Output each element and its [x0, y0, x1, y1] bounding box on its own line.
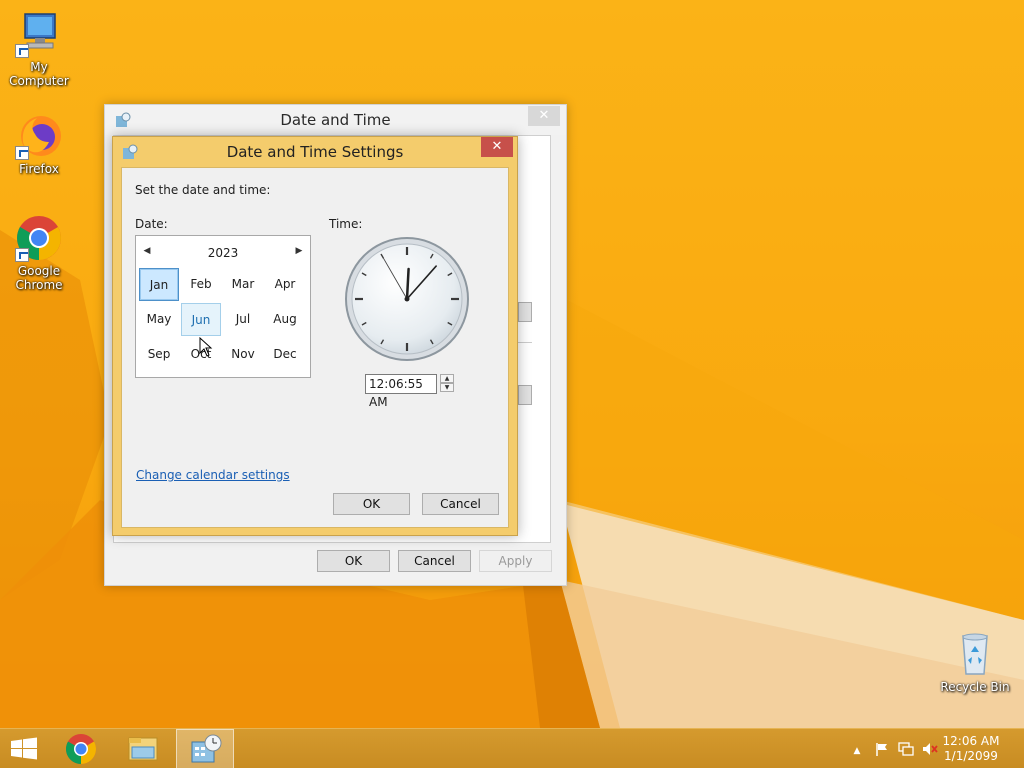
desktop-icon-label: Recycle Bin: [940, 680, 1010, 694]
recycle-bin-icon: [951, 630, 999, 678]
time-input[interactable]: 12:06:55 AM: [365, 374, 437, 409]
calendar-month-mar[interactable]: Mar: [223, 268, 263, 301]
desktop-icon-google-chrome[interactable]: Google Chrome: [0, 214, 78, 292]
calendar-month-jan[interactable]: Jan: [139, 268, 179, 301]
show-hidden-icons-button[interactable]: ▲: [849, 741, 865, 757]
taskbar-date-time[interactable]: [176, 729, 234, 768]
date-label: Date:: [135, 217, 168, 231]
instruction-text: Set the date and time:: [135, 183, 271, 197]
outer-close-button[interactable]: ✕: [528, 106, 560, 126]
desktop-icon-my-computer[interactable]: My Computer: [0, 10, 78, 88]
calendar-month-jul[interactable]: Jul: [223, 303, 263, 336]
partial-button: [518, 385, 532, 405]
calendar-control: ◀ 2023 ▶ Jan Feb Mar Apr May Jun Jul Aug Sep Oct N…: [135, 235, 311, 378]
dialog-cancel-button[interactable]: Cancel: [422, 493, 499, 515]
windows-start-icon: [11, 737, 37, 760]
chevron-up-icon: ▲: [853, 746, 861, 756]
calendar-month-sep[interactable]: Sep: [139, 338, 179, 371]
calendar-next-button[interactable]: ▶: [293, 245, 305, 257]
dialog-close-button[interactable]: ✕: [481, 137, 513, 157]
outer-titlebar[interactable]: Date and Time ✕: [105, 105, 566, 135]
analog-clock: [345, 237, 469, 361]
dialog-ok-button[interactable]: OK: [333, 493, 410, 515]
partial-button: [518, 302, 532, 322]
desktop-icon-label: Google Chrome: [15, 264, 63, 292]
outer-window-title: Date and Time: [280, 111, 391, 129]
computer-icon: [15, 10, 63, 58]
outer-ok-button[interactable]: OK: [317, 550, 390, 572]
taskbar-clock[interactable]: 12:06 AM 1/1/2099: [936, 734, 1006, 764]
firefox-icon: [15, 112, 63, 160]
close-icon: ✕: [491, 139, 503, 154]
desktop-icon-firefox[interactable]: Firefox: [0, 112, 78, 176]
change-calendar-settings-link[interactable]: Change calendar settings: [136, 468, 290, 482]
action-center-flag-icon[interactable]: [874, 741, 890, 757]
time-spin-up[interactable]: ▲: [440, 374, 454, 383]
desktop-icon-label: My Computer: [9, 60, 69, 88]
chevron-up-icon: ▲: [444, 375, 450, 382]
calendar-month-aug[interactable]: Aug: [265, 303, 305, 336]
chrome-icon: [65, 734, 97, 764]
arrow-right-icon: ▶: [295, 246, 303, 256]
calendar-month-feb[interactable]: Feb: [181, 268, 221, 301]
taskbar-file-explorer[interactable]: [114, 729, 172, 768]
start-button[interactable]: [0, 729, 48, 768]
desktop-icon-recycle-bin[interactable]: Recycle Bin: [936, 630, 1014, 694]
taskbar-date: 1/1/2099: [944, 749, 998, 763]
outer-apply-button[interactable]: Apply: [479, 550, 552, 572]
calendar-month-nov[interactable]: Nov: [223, 338, 263, 371]
time-label: Time:: [329, 217, 363, 231]
taskbar: ▲ 12:06 AM 1/1/2099: [0, 728, 1024, 768]
time-spin-down[interactable]: ▼: [440, 383, 454, 392]
chrome-icon: [15, 214, 63, 262]
calendar-month-may[interactable]: May: [139, 303, 179, 336]
file-explorer-icon: [128, 737, 158, 761]
divider: [518, 342, 532, 343]
outer-cancel-button[interactable]: Cancel: [398, 550, 471, 572]
date-time-control-panel-icon: [191, 734, 222, 763]
date-time-settings-dialog: Date and Time Settings ✕ Set the date an…: [112, 136, 518, 536]
taskbar-time: 12:06 AM: [942, 734, 1000, 748]
taskbar-chrome[interactable]: [52, 729, 110, 768]
mouse-cursor-icon: [199, 337, 213, 357]
close-icon: ✕: [538, 108, 550, 123]
calendar-month-dec[interactable]: Dec: [265, 338, 305, 371]
network-icon[interactable]: [898, 741, 914, 757]
calendar-year[interactable]: 2023: [136, 246, 310, 260]
dialog-client-area: Set the date and time: Date: Time: ◀ 202…: [121, 167, 509, 528]
calendar-month-jun[interactable]: Jun: [181, 303, 221, 336]
calendar-month-apr[interactable]: Apr: [265, 268, 305, 301]
chevron-down-icon: ▼: [444, 384, 450, 391]
desktop-icon-label: Firefox: [19, 162, 59, 176]
dialog-title: Date and Time Settings: [226, 143, 404, 161]
hour-hand: [405, 267, 410, 301]
